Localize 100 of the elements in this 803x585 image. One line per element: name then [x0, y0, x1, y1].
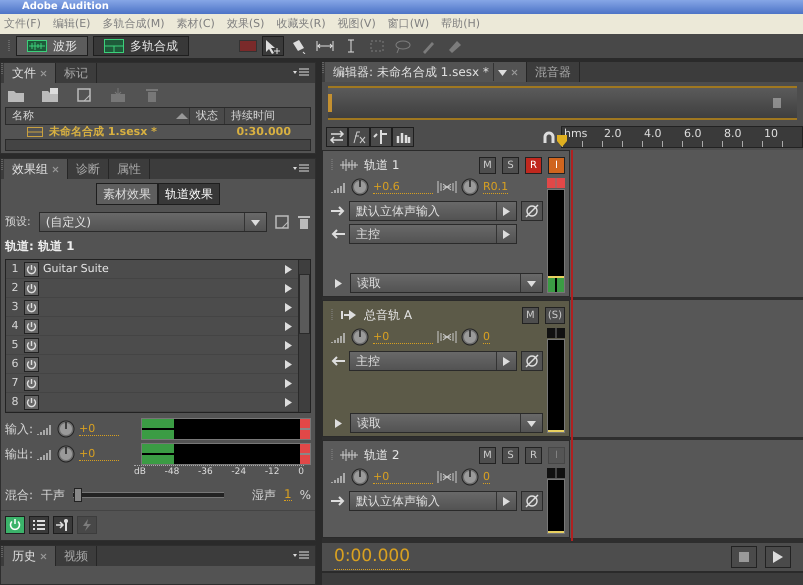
menu-item[interactable]: 文件(F)	[4, 16, 41, 32]
menu-item[interactable]: 素材(C)	[176, 16, 215, 32]
panel-menu-icon[interactable]	[293, 68, 309, 78]
menu-item[interactable]: 编辑(E)	[52, 16, 90, 32]
track-toggle[interactable]: S	[502, 446, 519, 464]
track-toggle[interactable]: R	[525, 156, 542, 174]
menu-item[interactable]: 帮助(H)	[441, 16, 480, 32]
clip-indicator[interactable]	[547, 468, 565, 478]
panel-menu-icon[interactable]	[293, 164, 309, 174]
slider-thumb[interactable]	[74, 488, 82, 502]
snap-magnet-icon[interactable]	[543, 131, 555, 143]
caret-right-icon[interactable]	[503, 357, 510, 366]
effect-name[interactable]: Guitar Suite	[39, 260, 285, 278]
pan-value[interactable]: 0	[483, 330, 490, 344]
toggle-button[interactable]	[53, 516, 73, 534]
knob-icon[interactable]	[57, 420, 76, 438]
power-icon[interactable]	[24, 356, 39, 372]
editor-tab[interactable]: 混音器	[526, 62, 580, 82]
pan-value[interactable]: R0.1	[483, 180, 508, 194]
toggle-button[interactable]	[5, 516, 25, 534]
panel-tab[interactable]: 标记	[56, 63, 97, 83]
knob-icon[interactable]	[461, 468, 479, 486]
caret-down-icon[interactable]	[527, 420, 536, 427]
phase-invert-button[interactable]	[521, 351, 543, 371]
knob-icon[interactable]	[351, 468, 369, 486]
mode-button[interactable]: 轨道效果	[158, 183, 220, 205]
toggle-button[interactable]	[29, 516, 49, 534]
workspace-button[interactable]: 波形	[16, 36, 88, 56]
track-toggle[interactable]: M	[522, 306, 539, 324]
editor-tool-button[interactable]	[348, 127, 370, 147]
column-header[interactable]: 持续时间	[224, 108, 310, 124]
gain-value[interactable]: +0	[79, 448, 120, 460]
panel-tab[interactable]: 视频	[56, 546, 97, 566]
caret-right-icon[interactable]	[503, 230, 510, 240]
overview-bar[interactable]	[328, 86, 797, 120]
column-header[interactable]: 名称	[6, 108, 175, 124]
editor-tab[interactable]: 编辑器: 未命名合成 1.sesx *	[325, 62, 527, 82]
phase-invert-button[interactable]	[521, 201, 543, 221]
menu-item[interactable]: 效果(S)	[226, 16, 264, 32]
input-dropdown[interactable]: 默认立体声输入	[349, 201, 517, 221]
play-button[interactable]	[765, 546, 791, 568]
trash-icon[interactable]	[297, 215, 311, 229]
track-toggle[interactable]: (S)	[544, 306, 565, 324]
vertical-scrollbar[interactable]	[298, 260, 310, 412]
editor-tool-button[interactable]	[326, 127, 348, 147]
track-toggle[interactable]: M	[479, 156, 496, 174]
panel-tab[interactable]: 历史	[4, 546, 56, 566]
output-dropdown[interactable]: 主控	[349, 224, 517, 244]
panel-tab[interactable]: 效果组	[4, 159, 68, 179]
time-display[interactable]: 0:00.000	[334, 544, 410, 570]
playhead-marker-icon[interactable]	[557, 135, 567, 147]
expand-arrow-icon[interactable]	[285, 398, 292, 406]
clip-indicator[interactable]	[547, 328, 565, 338]
track-toggle[interactable]: S	[502, 156, 519, 174]
workspace-button[interactable]: 多轨合成	[93, 36, 189, 56]
expand-arrow-icon[interactable]	[285, 378, 292, 388]
file-name[interactable]: 未命名合成 1.sesx *	[49, 125, 236, 139]
track-name[interactable]: 轨道 2	[364, 446, 400, 464]
expand-arrow-icon[interactable]	[285, 264, 292, 274]
track-toggle[interactable]: R	[525, 446, 542, 464]
grip-icon[interactable]	[773, 98, 781, 108]
caret-right-icon[interactable]	[503, 497, 510, 506]
gain-value[interactable]: +0	[79, 422, 120, 436]
knob-icon[interactable]	[57, 445, 76, 463]
close-icon[interactable]	[510, 68, 518, 76]
panel-tab[interactable]: 属性	[109, 159, 150, 179]
menu-item[interactable]: 窗口(W)	[388, 16, 430, 32]
preset-dropdown[interactable]: (自定义)	[38, 212, 267, 232]
caret-right-icon[interactable]	[503, 207, 510, 216]
expand-arrow-icon[interactable]	[285, 322, 292, 330]
editor-tool-button[interactable]	[392, 127, 414, 147]
editor-tool-button[interactable]	[370, 127, 392, 147]
power-icon[interactable]	[24, 262, 39, 276]
volume-value[interactable]: +0	[373, 470, 433, 484]
column-header[interactable]: 状态	[189, 108, 224, 124]
knob-icon[interactable]	[351, 328, 369, 346]
phase-invert-button[interactable]	[521, 491, 543, 511]
tool-button[interactable]	[262, 36, 284, 56]
expand-arrow-icon[interactable]	[285, 340, 292, 350]
expand-arrow-icon[interactable]	[285, 360, 292, 368]
save-preset-icon[interactable]	[275, 215, 289, 229]
track-name[interactable]: 轨道 1	[364, 156, 400, 174]
new-file-icon[interactable]	[75, 87, 93, 103]
panel-tab[interactable]: 诊断	[68, 159, 109, 179]
caret-down-icon[interactable]	[527, 280, 536, 287]
knob-icon[interactable]	[461, 328, 479, 346]
track-toggle[interactable]: I	[548, 156, 565, 174]
clip-indicator[interactable]	[547, 178, 565, 188]
caret-down-icon[interactable]	[498, 70, 507, 76]
expand-arrow-icon[interactable]	[335, 278, 342, 288]
clip-indicator[interactable]	[300, 444, 310, 464]
pan-value[interactable]: 0	[483, 470, 490, 484]
expand-arrow-icon[interactable]	[335, 418, 342, 428]
close-icon[interactable]	[52, 166, 59, 172]
track-name[interactable]: 总音轨 A	[364, 306, 412, 324]
power-icon[interactable]	[24, 376, 39, 390]
power-icon[interactable]	[24, 318, 39, 334]
handle-icon[interactable]	[328, 94, 332, 112]
knob-icon[interactable]	[351, 178, 369, 196]
close-icon[interactable]	[40, 70, 47, 76]
